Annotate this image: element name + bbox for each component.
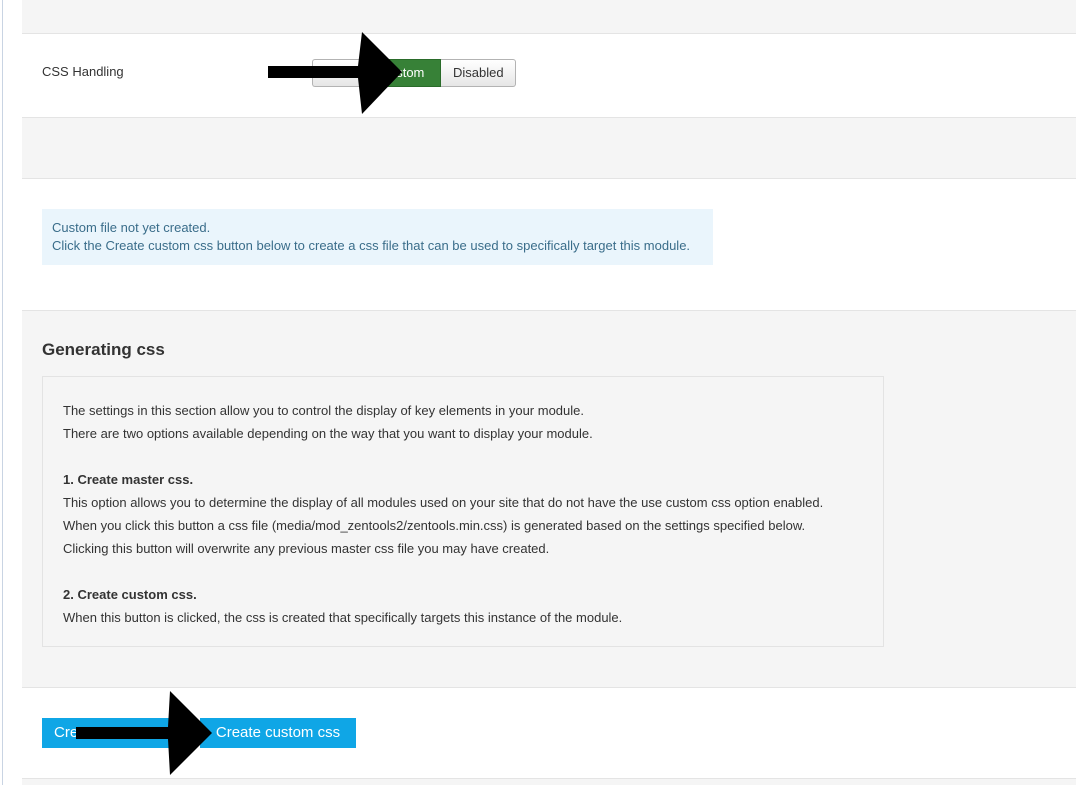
custom-file-notice: Custom file not yet created. Click the C… <box>42 209 713 265</box>
custom-line-1: When this button is clicked, the css is … <box>63 610 623 625</box>
create-custom-css-button[interactable]: Create custom css <box>200 718 356 748</box>
intro-line-1: The settings in this section allow you t… <box>63 403 584 418</box>
master-line-3: Clicking this button will overwrite any … <box>63 541 550 556</box>
annotation-arrow-shape-2 <box>76 691 212 775</box>
top-band <box>22 0 1076 34</box>
help-well: The settings in this section allow you t… <box>42 376 884 647</box>
master-heading: 1. Create master css. <box>63 472 194 487</box>
section-title: Generating css <box>42 340 165 359</box>
window-left-edge <box>0 0 22 785</box>
toggle-option-disabled[interactable]: Disabled <box>441 59 516 87</box>
notice-line-1: Custom file not yet created. <box>52 220 211 235</box>
annotation-arrow-icon-2 <box>76 691 212 775</box>
notice-line-2: Click the Create custom css button below… <box>52 238 691 253</box>
intro-line-2: There are two options available dependin… <box>63 426 593 441</box>
spacer-band <box>22 118 1076 179</box>
annotation-arrow-icon <box>268 32 402 114</box>
custom-heading: 2. Create custom css. <box>63 587 197 602</box>
annotation-arrow-shape <box>268 32 402 114</box>
bottom-band <box>22 779 1076 785</box>
left-border-line <box>2 0 3 785</box>
css-handling-label: CSS Handling <box>42 64 124 79</box>
master-line-1: This option allows you to determine the … <box>63 495 824 510</box>
master-line-2: When you click this button a css file (m… <box>63 518 806 533</box>
css-handling-row <box>22 34 1076 118</box>
